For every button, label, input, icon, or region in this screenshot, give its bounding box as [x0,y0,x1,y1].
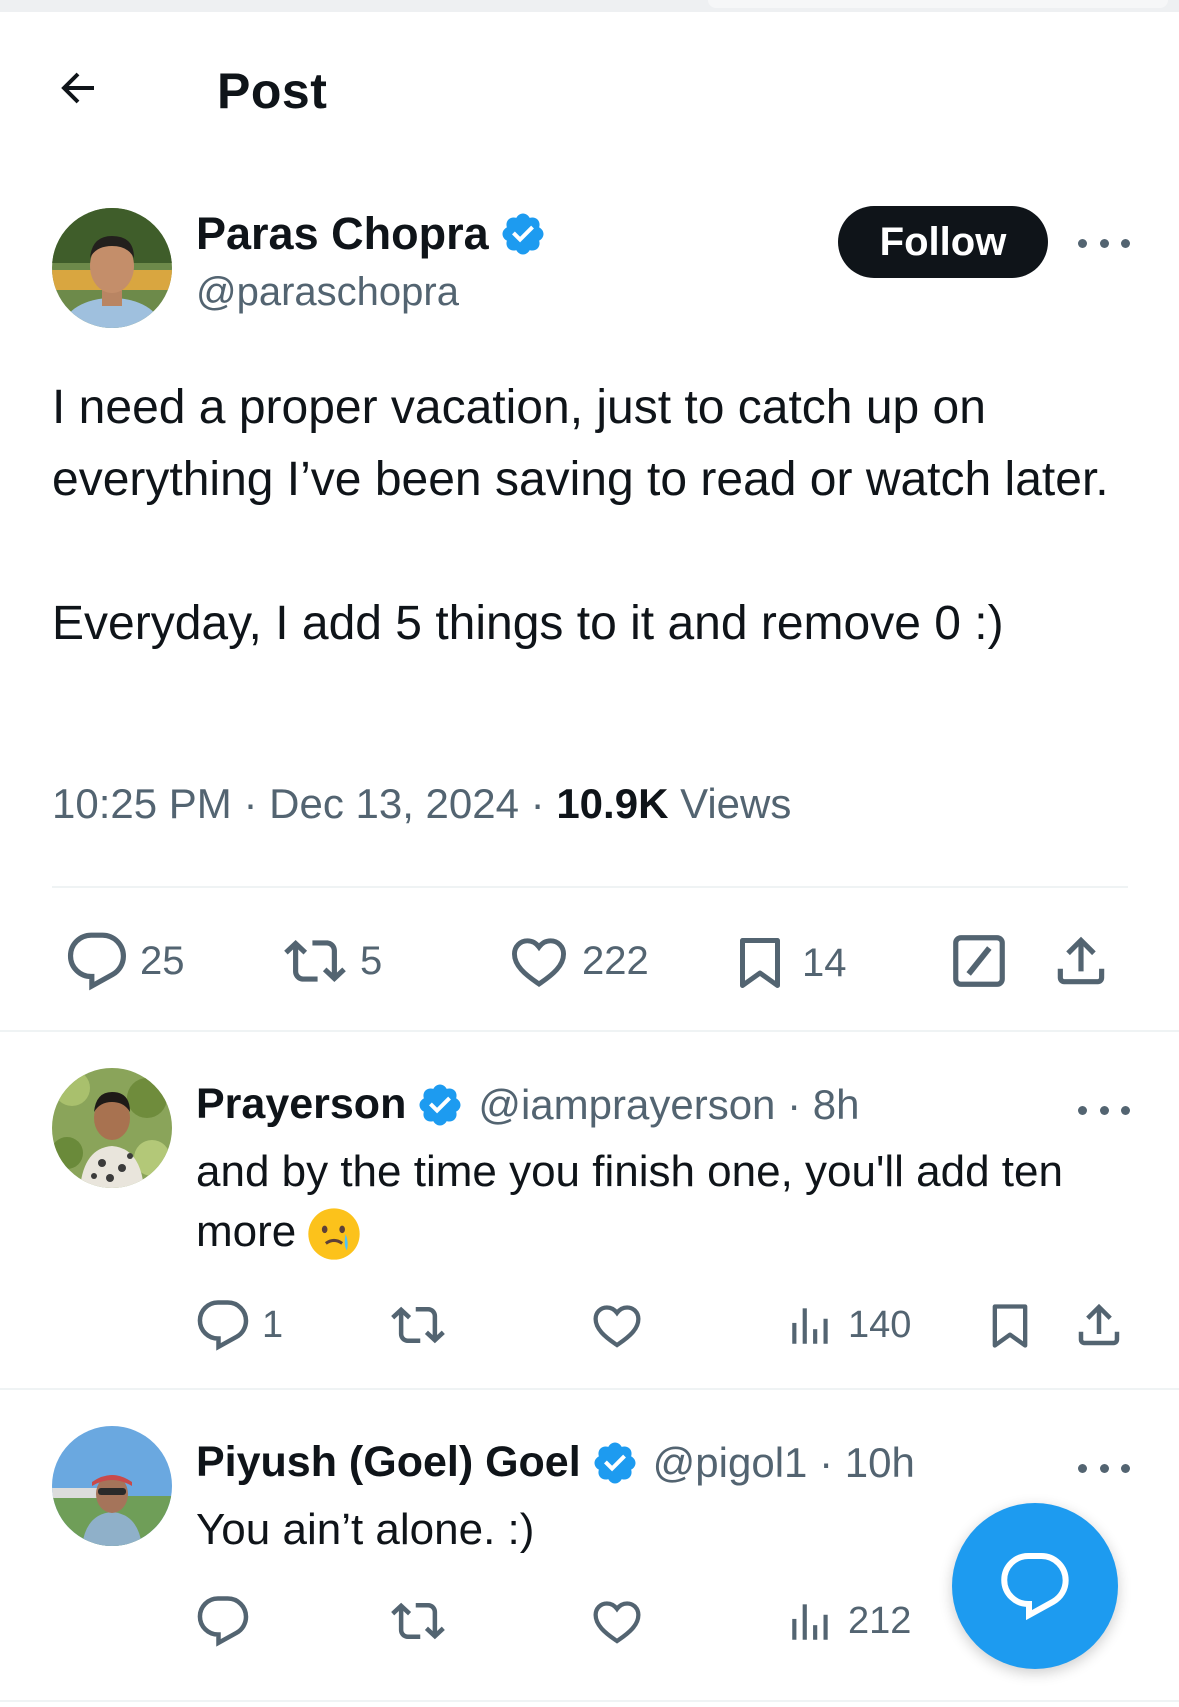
divider [0,1030,1179,1032]
bookmark-button[interactable]: 14 [730,930,847,996]
post-header: Post [0,40,1179,140]
author-name-row: Paras Chopra [196,208,547,260]
repost-icon [284,940,346,982]
like-count: 222 [582,938,649,983]
compose-reply-icon [1001,1553,1069,1621]
like-button[interactable] [590,1298,644,1352]
repost-icon [391,1306,445,1344]
reply-count: 1 [262,1303,284,1346]
views-icon [792,1604,828,1640]
post-paragraph: I need a proper vacation, just to catch … [52,381,1109,506]
reply-text: and by the time you finish one, you'll a… [196,1142,1136,1262]
post-actions: 25 5 222 14 [0,920,1179,1000]
views-count: 212 [848,1599,912,1642]
more-icon [1078,238,1087,248]
grok-button[interactable] [948,930,1010,992]
bookmark-count: 14 [802,940,847,985]
reply-count: 25 [140,938,185,983]
post-time[interactable]: 10:25 PM [52,780,232,827]
crying-face-emoji [308,1208,360,1261]
bookmark-button[interactable] [984,1298,1036,1354]
author-handle[interactable]: @paraschopra [196,270,547,315]
page-title: Post [217,63,328,119]
post-author: Paras Chopra @paraschopra [196,208,547,315]
meta-separator: · [243,780,258,827]
more-icon [1078,1463,1087,1473]
reply-author-name[interactable]: Piyush (Goel) Goel [196,1438,581,1487]
reply-header: Piyush (Goel) Goel @pigol1 · 10h [196,1438,915,1487]
divider [52,886,1128,888]
verified-badge-icon [502,213,544,255]
back-arrow-icon [61,72,94,104]
bookmark-icon [740,938,780,988]
meta-separator: · [530,780,545,827]
verified-badge-icon [594,1442,636,1483]
more-options-button[interactable] [1078,228,1130,258]
divider [0,1388,1179,1390]
views-icon [792,1308,828,1344]
views-button[interactable]: 212 [786,1594,911,1648]
bookmark-icon [992,1304,1028,1348]
reply-button[interactable]: 25 [66,930,185,992]
status-strip [0,0,1179,12]
reply-button[interactable]: 1 [196,1298,283,1352]
reply-author-handle[interactable]: @iamprayerson · 8h [478,1081,859,1129]
verified-badge-icon [419,1084,461,1125]
like-icon [512,938,566,987]
share-icon [1057,936,1105,985]
compose-reply-button[interactable] [952,1503,1118,1669]
reply-icon [197,1596,249,1647]
author-name[interactable]: Paras Chopra [196,208,489,260]
share-icon [1078,1303,1120,1346]
more-options-button[interactable] [1078,1453,1130,1483]
reply-icon [197,1300,249,1351]
post-text: I need a proper vacation, just to catch … [52,372,1132,660]
share-button[interactable] [1072,1298,1126,1352]
reply-icon [67,932,126,991]
like-icon [593,1601,641,1644]
views-button[interactable]: 140 [786,1298,911,1352]
more-options-button[interactable] [1078,1095,1130,1125]
avatar[interactable] [52,208,172,328]
post-date[interactable]: Dec 13, 2024 [269,780,519,827]
like-button[interactable]: 222 [508,930,649,992]
like-button[interactable] [590,1594,644,1648]
divider [0,1700,1179,1702]
more-icon [1078,1105,1087,1115]
repost-button[interactable] [390,1594,446,1648]
repost-count: 5 [360,938,383,983]
repost-icon [391,1602,445,1640]
post-paragraph: Everyday, I add 5 things to it and remov… [52,597,1004,650]
views-count: 140 [848,1303,912,1346]
back-button[interactable] [50,60,106,116]
follow-button[interactable]: Follow [838,206,1048,278]
views-count: 10.9K [556,780,669,827]
reply-text-content: You ain’t alone. :) [196,1505,535,1554]
address-bar-edge [708,0,1168,8]
reply-header: Prayerson @iamprayerson · 8h [196,1080,859,1129]
reply-item[interactable]: Prayerson @iamprayerson · 8h and by the … [0,1080,1179,1380]
grok-icon [953,935,1005,987]
views-label: Views [680,780,792,827]
reply-author-handle[interactable]: @pigol1 · 10h [653,1439,915,1487]
reply-button[interactable] [196,1594,250,1648]
reply-author-name[interactable]: Prayerson [196,1080,406,1129]
repost-button[interactable] [390,1298,446,1352]
repost-button[interactable]: 5 [282,930,382,992]
share-button[interactable] [1050,930,1112,992]
post-meta: 10:25 PM · Dec 13, 2024 · 10.9K Views [52,780,791,828]
like-icon [593,1305,641,1348]
